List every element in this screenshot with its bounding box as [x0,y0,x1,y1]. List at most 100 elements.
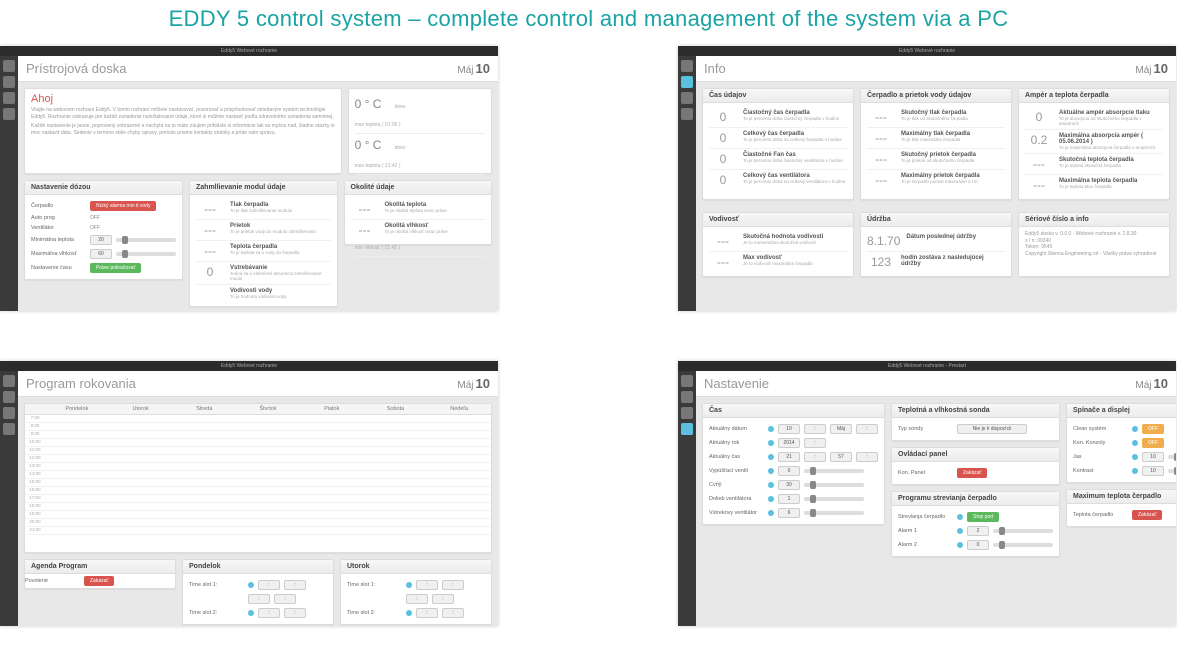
schedule-cell[interactable] [45,415,109,422]
schedule-cell[interactable] [427,519,491,526]
value-select[interactable]: 0 [778,466,800,476]
info-icon[interactable] [1132,440,1138,446]
schedule-cell[interactable] [45,455,109,462]
schedule-cell[interactable] [172,431,236,438]
schedule-cell[interactable] [236,415,300,422]
schedule-cell[interactable] [109,415,173,422]
info-icon[interactable] [957,528,963,534]
schedule-cell[interactable] [427,503,491,510]
schedule-cell[interactable] [172,439,236,446]
slider[interactable] [993,529,1053,533]
schedule-cell[interactable] [300,471,364,478]
value-select[interactable]: 10 [1142,466,1164,476]
schedule-cell[interactable] [427,471,491,478]
value-select[interactable]: : [804,424,826,434]
schedule-cell[interactable] [364,479,428,486]
schedule-cell[interactable] [172,423,236,430]
info-icon[interactable] [406,610,412,616]
dashboard-icon[interactable] [3,60,15,72]
value-select[interactable]: 10 [1142,452,1164,462]
info-icon[interactable] [768,440,774,446]
schedule-cell[interactable] [172,455,236,462]
schedule-cell[interactable] [236,503,300,510]
schedule-cell[interactable] [172,463,236,470]
settings-icon[interactable] [681,423,693,435]
schedule-cell[interactable] [45,503,109,510]
time-select[interactable]: : [284,608,306,618]
value-select[interactable]: 2014 [778,438,800,448]
time-select[interactable]: : [284,580,306,590]
schedule-cell[interactable] [236,471,300,478]
time-select[interactable]: : [406,594,428,604]
settings-icon[interactable] [681,108,693,120]
schedule-cell[interactable] [236,487,300,494]
schedule-cell[interactable] [109,527,173,534]
schedule-cell[interactable] [172,415,236,422]
schedule-cell[interactable] [236,519,300,526]
action-button[interactable]: OFF [1142,438,1164,448]
schedule-cell[interactable] [109,447,173,454]
schedule-cell[interactable] [236,455,300,462]
schedule-cell[interactable] [300,479,364,486]
value-select[interactable]: 30 [778,480,800,490]
value-select[interactable]: 57 [830,452,852,462]
schedule-cell[interactable] [364,455,428,462]
info-icon[interactable] [248,582,254,588]
value-select[interactable]: 6 [778,508,800,518]
schedule-cell[interactable] [45,471,109,478]
schedule-cell[interactable] [109,463,173,470]
schedule-cell[interactable] [172,503,236,510]
slider[interactable] [804,497,864,501]
schedule-cell[interactable] [364,487,428,494]
schedule-cell[interactable] [364,511,428,518]
info-icon[interactable] [768,482,774,488]
info-icon[interactable] [406,582,412,588]
schedule-cell[interactable] [300,447,364,454]
schedule-cell[interactable] [45,423,109,430]
schedule-cell[interactable] [364,439,428,446]
schedule-cell[interactable] [427,487,491,494]
info-icon[interactable] [768,454,774,460]
slider[interactable] [116,238,176,242]
info-icon[interactable] [768,468,774,474]
schedule-cell[interactable] [172,495,236,502]
schedule-cell[interactable] [109,439,173,446]
schedule-cell[interactable] [300,527,364,534]
schedule-cell[interactable] [427,495,491,502]
value-select[interactable]: : [856,452,878,462]
settings-icon[interactable] [3,108,15,120]
schedule-icon[interactable] [3,407,15,419]
time-select[interactable]: : [258,608,280,618]
info-icon[interactable] [957,514,963,520]
schedule-cell[interactable] [109,455,173,462]
slider[interactable] [116,252,176,256]
schedule-cell[interactable] [427,511,491,518]
info-icon[interactable] [768,426,774,432]
info-icon[interactable] [3,76,15,88]
schedule-cell[interactable] [172,471,236,478]
schedule-cell[interactable] [427,527,491,534]
schedule-cell[interactable] [300,415,364,422]
schedule-cell[interactable] [300,519,364,526]
time-select[interactable]: : [416,608,438,618]
schedule-cell[interactable] [300,463,364,470]
schedule-cell[interactable] [300,455,364,462]
schedule-cell[interactable] [236,527,300,534]
schedule-cell[interactable] [364,471,428,478]
dashboard-icon[interactable] [3,375,15,387]
schedule-cell[interactable] [45,431,109,438]
schedule-cell[interactable] [364,431,428,438]
value-select[interactable]: 2 [967,526,989,536]
schedule-cell[interactable] [109,503,173,510]
schedule-cell[interactable] [45,479,109,486]
schedule-cell[interactable] [45,519,109,526]
value-select[interactable]: 0 [967,540,989,550]
probe-select[interactable]: Nie je k dispozícii [957,424,1027,434]
time-select[interactable]: : [248,594,270,604]
info-icon[interactable] [1132,426,1138,432]
schedule-cell[interactable] [172,447,236,454]
time-select[interactable]: : [258,580,280,590]
schedule-cell[interactable] [300,423,364,430]
info-icon[interactable] [248,610,254,616]
action-button[interactable]: Práve pokračovať [90,263,141,273]
